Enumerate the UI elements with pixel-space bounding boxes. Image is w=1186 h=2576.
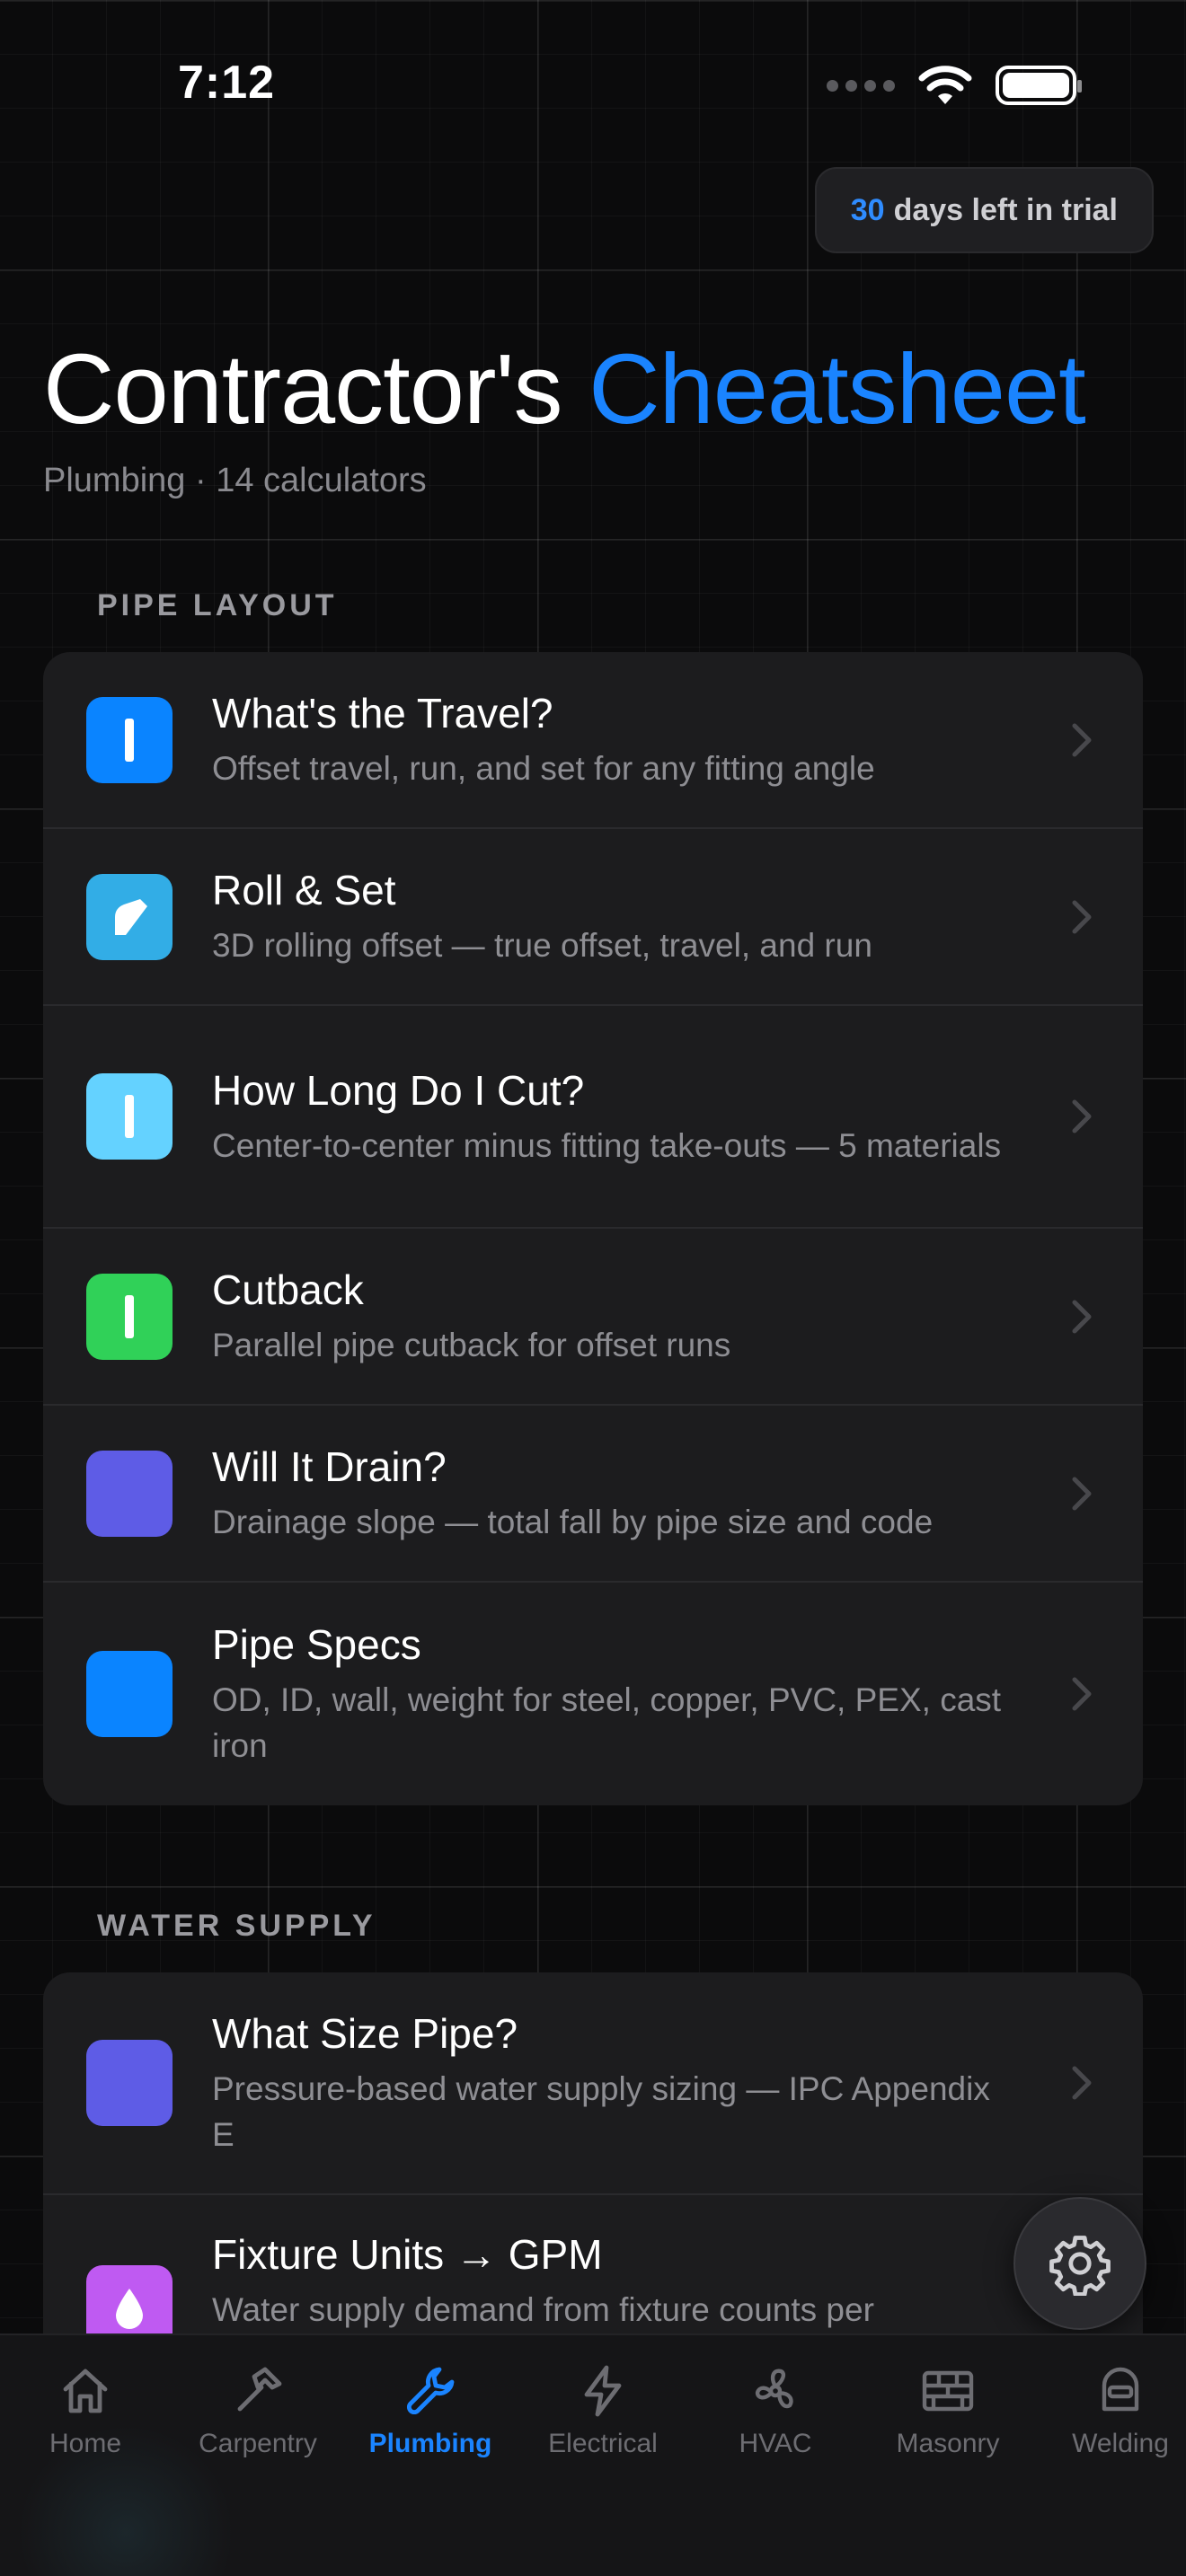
row-description: Offset travel, run, and set for any fitt…: [212, 750, 875, 787]
hammer-icon: [237, 2367, 282, 2412]
tab-home[interactable]: Home: [0, 2362, 171, 2459]
calculator-row-cutback[interactable]: Cutback Parallel pipe cutback for offset…: [43, 1229, 1143, 1406]
tab-label: Welding: [1072, 2429, 1169, 2458]
calculator-row-travel[interactable]: What's the Travel? Offset travel, run, a…: [43, 652, 1143, 829]
tab-masonry[interactable]: Masonry: [863, 2362, 1033, 2459]
row-description: OD, ID, wall, weight for steel, copper, …: [212, 1681, 1002, 1764]
trial-text: days left in trial: [893, 192, 1118, 227]
calculator-row-pipe-size[interactable]: What Size Pipe? Pressure-based water sup…: [43, 1972, 1143, 2195]
tab-welding[interactable]: Welding: [1035, 2362, 1186, 2459]
tab-electrical[interactable]: Electrical: [518, 2362, 688, 2459]
calculator-row-roll-set[interactable]: Roll & Set 3D rolling offset — true offs…: [43, 829, 1143, 1006]
cutback-icon: [86, 1273, 173, 1360]
tab-carpentry[interactable]: Carpentry: [173, 2362, 343, 2459]
row-title: What Size Pipe?: [212, 2010, 518, 2057]
row-title: What's the Travel?: [212, 690, 553, 737]
status-time: 7:12: [178, 57, 276, 109]
calculator-row-drain[interactable]: Will It Drain? Drainage slope — total fa…: [43, 1406, 1143, 1583]
row-description: Drainage slope — total fall by pipe size…: [212, 1504, 934, 1540]
pipe-size-icon: [86, 2040, 173, 2126]
app-screen: 7:12 30 days left in trial Contractor's …: [0, 0, 1186, 2576]
tab-label: HVAC: [739, 2429, 812, 2458]
title-main: Contractor's: [43, 334, 563, 445]
row-description: 3D rolling offset — true offset, travel,…: [212, 927, 872, 964]
tab-hvac[interactable]: HVAC: [690, 2362, 861, 2459]
calculator-row-cut-length[interactable]: How Long Do I Cut? Center-to-center minu…: [43, 1006, 1143, 1229]
drain-icon: [86, 1450, 173, 1537]
chevron-right-icon: [1072, 723, 1092, 756]
chevron-right-icon: [1072, 2066, 1092, 2100]
settings-button[interactable]: [1013, 2197, 1146, 2330]
row-title: Cutback: [212, 1266, 364, 1313]
pipe-layout-card: What's the Travel? Offset travel, run, a…: [43, 652, 1143, 1805]
trial-days: 30: [850, 192, 885, 227]
chevron-right-icon: [1072, 1677, 1092, 1711]
bolt-icon: [584, 2365, 622, 2417]
row-description: Center-to-center minus fitting take-outs…: [212, 1126, 1002, 1164]
chevron-right-icon: [1072, 1477, 1092, 1510]
cut-length-icon: [86, 1073, 173, 1160]
row-title: Will It Drain?: [212, 1443, 447, 1490]
row-title: How Long Do I Cut?: [212, 1066, 585, 1114]
welding-mask-icon: [1102, 2367, 1139, 2412]
section-header-water-supply: WATER SUPPLY: [97, 1909, 376, 1943]
row-title: Fixture Units → GPM: [212, 2231, 603, 2278]
roll-set-icon: [86, 873, 173, 960]
row-description: Water supply demand from fixture counts …: [212, 2291, 874, 2328]
row-title: Roll & Set: [212, 867, 396, 913]
tab-label: Carpentry: [199, 2429, 317, 2458]
cellular-signal-icon: [827, 79, 895, 92]
tab-label: Home: [49, 2429, 122, 2458]
title-accent: Cheatsheet: [589, 334, 1086, 445]
status-indicators: [827, 65, 1082, 106]
wifi-icon: [918, 66, 972, 104]
pipe-specs-icon: [86, 1651, 173, 1737]
wrench-icon: [406, 2367, 455, 2415]
chevron-right-icon: [1072, 900, 1092, 933]
chevron-right-icon: [1072, 1099, 1092, 1134]
fan-icon: [755, 2369, 793, 2409]
gear-icon: [1049, 2236, 1111, 2296]
row-title: Pipe Specs: [212, 1621, 421, 1668]
calculator-row-pipe-specs[interactable]: Pipe Specs OD, ID, wall, weight for stee…: [43, 1583, 1143, 1805]
trial-badge[interactable]: 30 days left in trial: [814, 167, 1154, 253]
page-subtitle: Plumbing · 14 calculators: [43, 462, 427, 499]
home-icon: [63, 2369, 108, 2413]
row-description: Pressure-based water supply sizing — IPC…: [212, 2070, 990, 2153]
battery-icon: [996, 66, 1082, 105]
tab-label: Electrical: [548, 2429, 658, 2458]
chevron-right-icon: [1072, 1300, 1092, 1333]
brick-icon: [922, 2370, 974, 2412]
page-title: Contractor's Cheatsheet: [43, 332, 1086, 446]
tab-plumbing[interactable]: Plumbing: [345, 2362, 516, 2459]
tab-bar: Home Carpentry Plumbing Electrical HVAC …: [0, 2333, 1186, 2576]
tab-label: Masonry: [896, 2429, 1000, 2458]
travel-icon: [86, 696, 173, 783]
section-header-pipe-layout: PIPE LAYOUT: [97, 588, 338, 622]
row-description: Parallel pipe cutback for offset runs: [212, 1327, 731, 1363]
tab-label: Plumbing: [368, 2429, 492, 2458]
